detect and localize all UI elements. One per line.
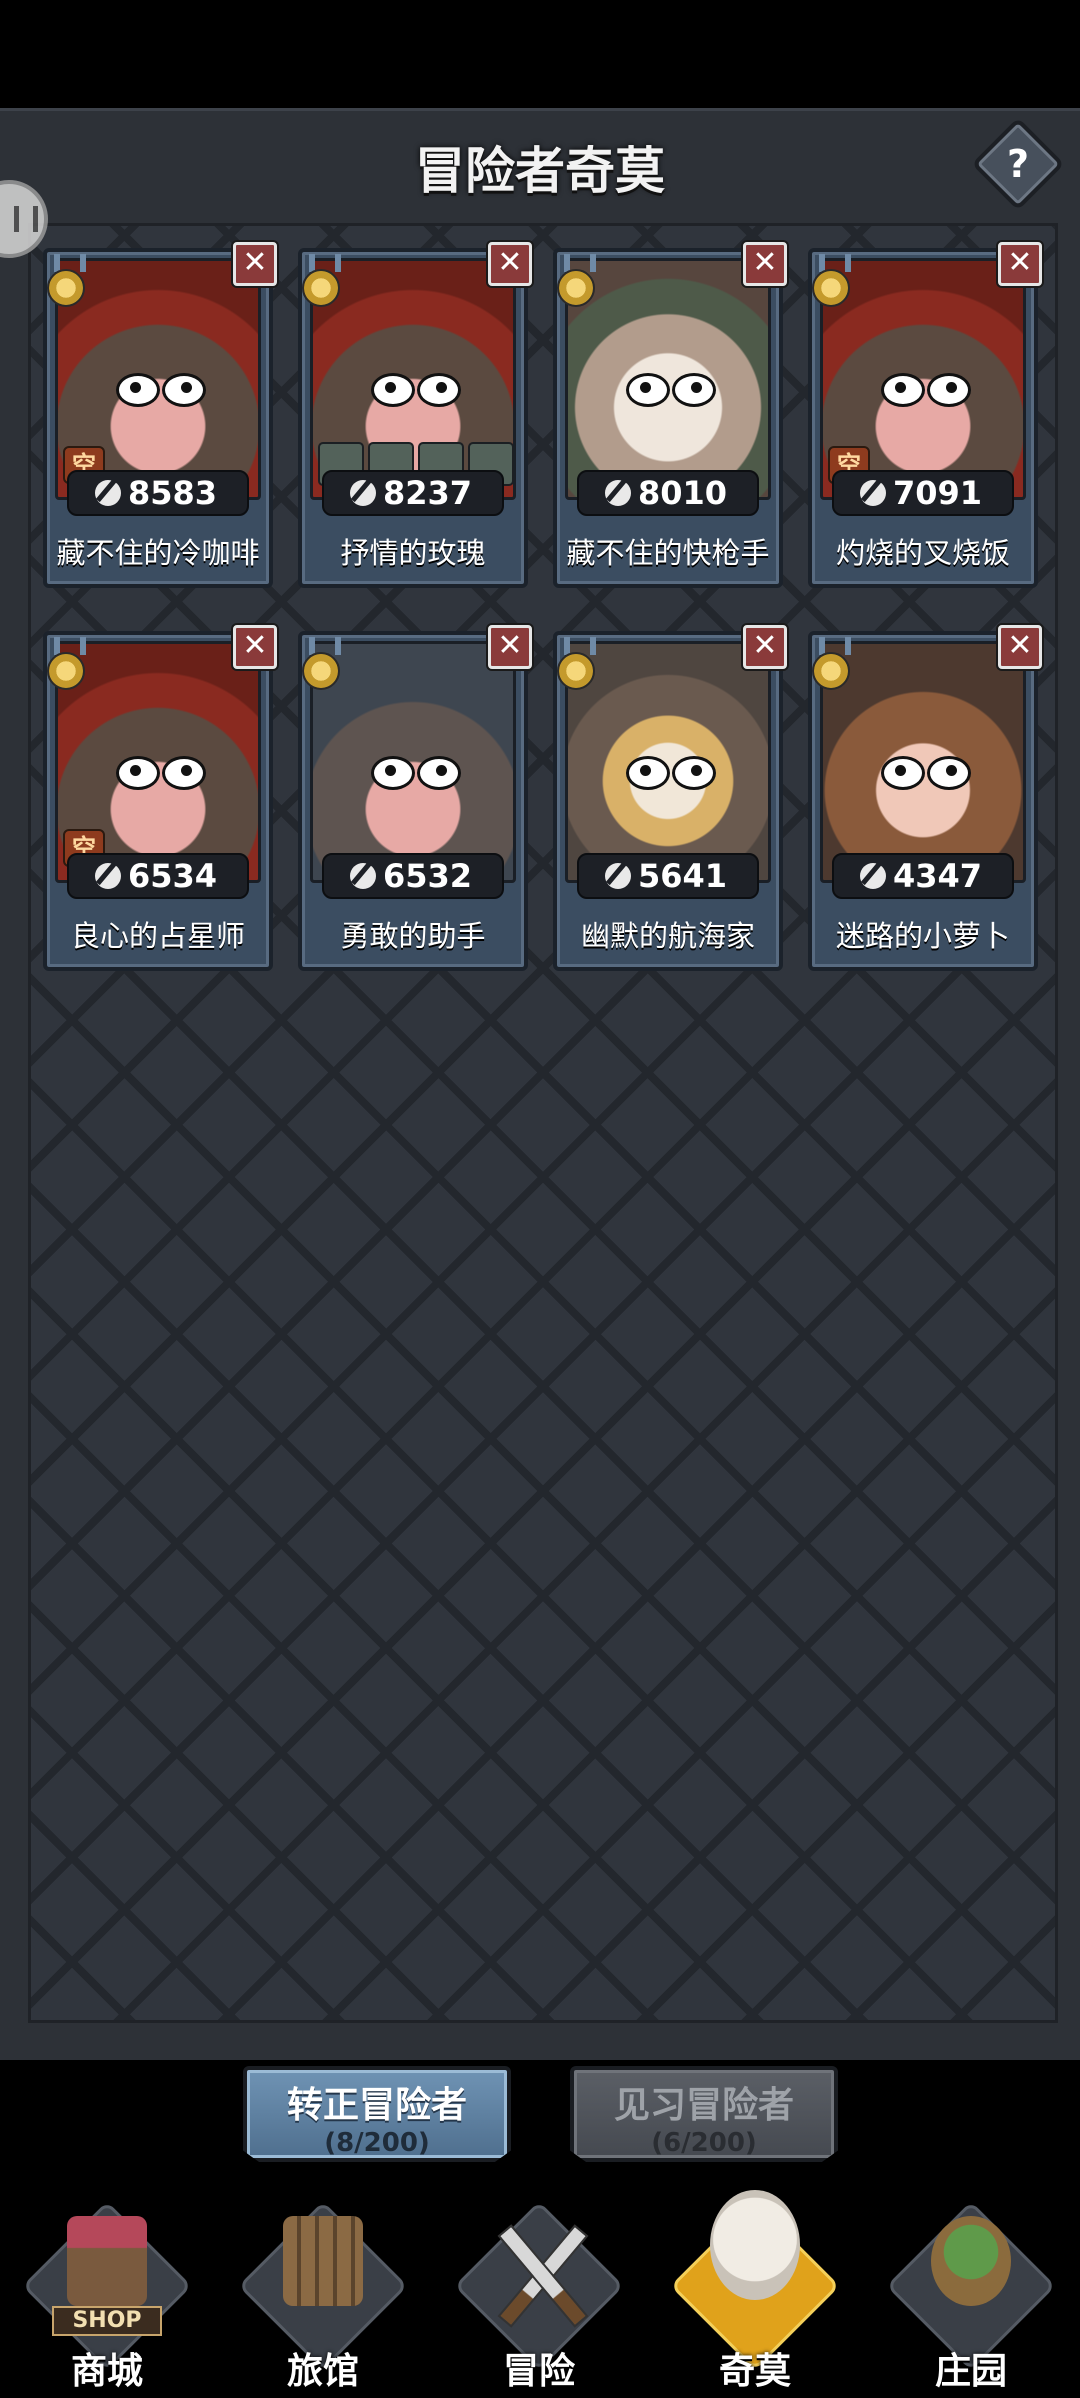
nav-item-qimo[interactable]: 奇莫 xyxy=(660,2176,850,2398)
medal-icon xyxy=(810,254,851,307)
dismiss-button[interactable]: ✕ xyxy=(233,242,277,286)
tab-official-adventurers[interactable]: 转正冒险者 (8/200) xyxy=(243,2066,511,2162)
tab-label: 见习冒险者 xyxy=(613,2085,794,2126)
dismiss-button[interactable]: ✕ xyxy=(998,242,1042,286)
nav-item-manor[interactable]: 庄园 xyxy=(876,2176,1066,2398)
medal-icon xyxy=(300,254,341,307)
power-score: 5641 xyxy=(577,853,759,899)
adventurer-card[interactable]: 4347 迷路的小萝卜 ✕ xyxy=(808,625,1042,973)
power-value: 8237 xyxy=(382,474,472,512)
nav-label: 冒险 xyxy=(502,2351,575,2392)
adventurer-panel: 冒险者奇莫 ? 空 8583 藏不住的冷咖啡 ✕ 8237 抒情的玫瑰 ✕ 8010 藏不住的快… xyxy=(0,108,1080,2060)
nav-label: 庄园 xyxy=(934,2351,1007,2392)
power-value: 7091 xyxy=(892,474,982,512)
adventurer-portrait xyxy=(565,258,771,500)
tab-trainee-adventurers[interactable]: 见习冒险者 (6/200) xyxy=(570,2066,838,2162)
power-score: 8583 xyxy=(67,470,249,516)
bottom-navigation: SHOP 商城 旅馆 冒险 奇莫 庄园 xyxy=(0,2176,1080,2398)
portrait-eyes xyxy=(371,373,461,407)
portrait-eyes xyxy=(626,756,716,790)
adventurer-name: 良心的占星师 xyxy=(70,919,245,953)
nav-label: 旅馆 xyxy=(286,2351,359,2392)
adventurer-card[interactable]: 空 7091 灼烧的叉烧饭 ✕ xyxy=(808,242,1042,590)
power-value: 5641 xyxy=(637,857,727,895)
adventurer-name: 藏不住的快枪手 xyxy=(566,536,770,570)
adventurer-card[interactable]: 空 6534 良心的占星师 ✕ xyxy=(43,625,277,973)
portrait-eyes xyxy=(116,373,206,407)
adventurer-name: 灼烧的叉烧饭 xyxy=(835,536,1010,570)
tab-count: (6/200) xyxy=(651,2128,757,2158)
medal-icon xyxy=(555,254,596,307)
medal-icon xyxy=(300,637,341,690)
adventurer-card[interactable]: 空 8583 藏不住的冷咖啡 ✕ xyxy=(43,242,277,590)
adventurer-name: 勇敢的助手 xyxy=(340,919,486,953)
quill-icon xyxy=(350,480,376,506)
power-score: 8237 xyxy=(322,470,504,516)
adventurer-card[interactable]: 8010 藏不住的快枪手 ✕ xyxy=(553,242,787,590)
quill-icon xyxy=(350,863,376,889)
power-value: 4347 xyxy=(892,857,982,895)
quill-icon xyxy=(860,480,886,506)
quill-icon xyxy=(95,863,121,889)
dismiss-button[interactable]: ✕ xyxy=(743,625,787,669)
nav-item-inn[interactable]: 旅馆 xyxy=(228,2176,418,2398)
adventurer-portrait xyxy=(565,641,771,883)
dismiss-button[interactable]: ✕ xyxy=(998,625,1042,669)
quill-icon xyxy=(605,480,631,506)
portrait-eyes xyxy=(881,756,971,790)
power-score: 7091 xyxy=(832,470,1014,516)
adventurer-portrait xyxy=(310,641,516,883)
power-value: 6534 xyxy=(127,857,217,895)
adventurer-grid[interactable]: 空 8583 藏不住的冷咖啡 ✕ 8237 抒情的玫瑰 ✕ 8010 藏不住的快枪手 ✕ 空 7091… xyxy=(28,223,1058,2023)
quill-icon xyxy=(605,863,631,889)
adventurer-card[interactable]: 5641 幽默的航海家 ✕ xyxy=(553,625,787,973)
nav-item-shop[interactable]: SHOP 商城 xyxy=(12,2176,202,2398)
power-value: 8583 xyxy=(127,474,217,512)
tab-count: (8/200) xyxy=(324,2128,430,2158)
power-score: 8010 xyxy=(577,470,759,516)
adventurer-card[interactable]: 8237 抒情的玫瑰 ✕ xyxy=(298,242,532,590)
adventurer-name: 藏不住的冷咖啡 xyxy=(56,536,260,570)
shop-sign: SHOP xyxy=(52,2306,162,2336)
adventurer-portrait xyxy=(820,641,1026,883)
dismiss-button[interactable]: ✕ xyxy=(233,625,277,669)
adventurer-name: 迷路的小萝卜 xyxy=(835,919,1010,953)
dismiss-button[interactable]: ✕ xyxy=(743,242,787,286)
medal-icon xyxy=(555,637,596,690)
dismiss-button[interactable]: ✕ xyxy=(488,242,532,286)
adventurer-name: 幽默的航海家 xyxy=(580,919,755,953)
question-mark-icon: ? xyxy=(1006,142,1030,186)
page-title: 冒险者奇莫 xyxy=(415,142,665,200)
adventurer-name: 抒情的玫瑰 xyxy=(340,536,486,570)
medal-icon xyxy=(45,637,86,690)
power-value: 8010 xyxy=(637,474,727,512)
power-score: 6534 xyxy=(67,853,249,899)
portrait-eyes xyxy=(116,756,206,790)
medal-icon xyxy=(45,254,86,307)
tab-label: 转正冒险者 xyxy=(286,2085,467,2126)
nav-item-adventure[interactable]: 冒险 xyxy=(444,2176,634,2398)
portrait-eyes xyxy=(626,373,716,407)
portrait-eyes xyxy=(371,756,461,790)
portrait-eyes xyxy=(881,373,971,407)
dismiss-button[interactable]: ✕ xyxy=(488,625,532,669)
medal-icon xyxy=(810,637,851,690)
nav-label: 商城 xyxy=(70,2351,143,2392)
adventurer-type-tabs: 转正冒险者 (8/200) 见习冒险者 (6/200) xyxy=(0,2066,1080,2166)
nav-label: 奇莫 xyxy=(718,2351,791,2392)
quill-icon xyxy=(860,863,886,889)
adventurer-card[interactable]: 6532 勇敢的助手 ✕ xyxy=(298,625,532,973)
quill-icon xyxy=(95,480,121,506)
power-score: 4347 xyxy=(832,853,1014,899)
power-score: 6532 xyxy=(322,853,504,899)
power-value: 6532 xyxy=(382,857,472,895)
